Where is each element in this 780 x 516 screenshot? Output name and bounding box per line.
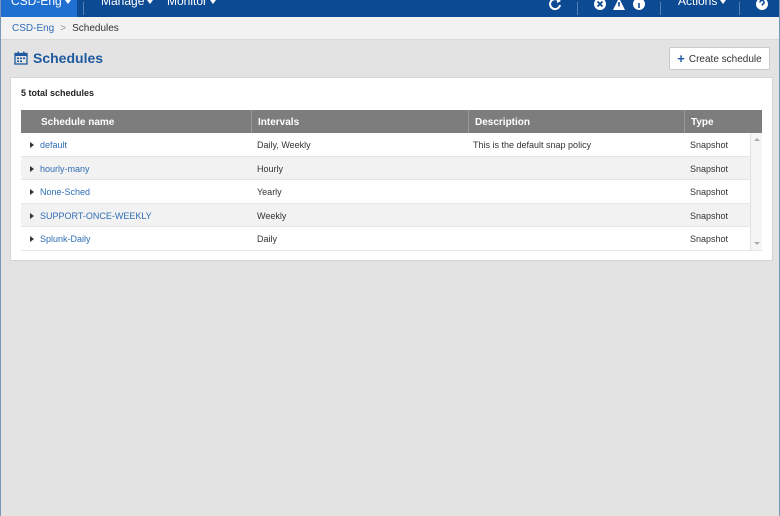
- chevron-down-icon: [720, 0, 727, 4]
- schedule-name-link[interactable]: SUPPORT-ONCE-WEEKLY: [40, 204, 152, 227]
- table-row[interactable]: Splunk-Daily Daily Snapshot: [21, 227, 762, 251]
- table-row[interactable]: None-Sched Yearly Snapshot: [21, 180, 762, 204]
- plus-icon: +: [677, 51, 685, 66]
- expand-arrow-icon[interactable]: [30, 142, 34, 148]
- expand-arrow-icon[interactable]: [30, 165, 34, 172]
- column-header-intervals[interactable]: Intervals: [251, 110, 468, 133]
- column-header-schedule-name[interactable]: Schedule name: [21, 110, 251, 133]
- chevron-down-icon: [64, 0, 71, 4]
- close-circle-icon[interactable]: [593, 0, 607, 11]
- tenant-menu-label: CSD-Eng: [11, 0, 62, 9]
- nav-divider: [577, 2, 578, 15]
- refresh-icon[interactable]: [548, 0, 562, 11]
- total-count: 5 total schedules: [21, 88, 95, 98]
- table-body: default Daily, Weekly This is the defaul…: [21, 133, 762, 251]
- schedule-intervals: Daily: [257, 234, 278, 244]
- breadcrumb-current: Schedules: [72, 23, 119, 34]
- expand-arrow-icon[interactable]: [30, 212, 34, 219]
- monitor-menu-label: Monitor: [167, 0, 208, 9]
- table-scrollbar[interactable]: [750, 133, 762, 250]
- tenant-menu[interactable]: CSD-Eng: [1, 0, 77, 17]
- create-schedule-label: Create schedule: [688, 54, 762, 65]
- table-row[interactable]: default Daily, Weekly This is the defaul…: [21, 133, 762, 157]
- page-title: Schedules: [33, 50, 104, 66]
- chevron-down-icon: [147, 0, 154, 4]
- schedule-name-link[interactable]: Splunk-Daily: [40, 227, 91, 250]
- top-nav-bar: CSD-Eng Manage Monitor Actions: [1, 0, 779, 17]
- breadcrumb: CSD-Eng > Schedules: [1, 17, 779, 40]
- help-icon[interactable]: [755, 0, 769, 11]
- page-header: Schedules: [14, 48, 103, 68]
- table-row[interactable]: hourly-many Hourly Snapshot: [21, 156, 762, 180]
- expand-arrow-icon[interactable]: [30, 189, 34, 195]
- schedule-intervals: Weekly: [257, 210, 287, 221]
- info-icon[interactable]: [632, 0, 646, 11]
- schedule-type: Snapshot: [690, 187, 729, 197]
- schedule-description: This is the default snap policy: [473, 140, 592, 150]
- breadcrumb-link-tenant[interactable]: CSD-Eng: [12, 23, 54, 34]
- calendar-icon: [14, 51, 28, 65]
- chevron-right-icon: >: [60, 23, 67, 34]
- schedule-type: Snapshot: [690, 234, 729, 244]
- schedule-type: Snapshot: [690, 140, 729, 150]
- schedule-intervals: Yearly: [257, 187, 282, 197]
- actions-menu-label: Actions: [678, 0, 718, 9]
- nav-divider: [660, 2, 661, 15]
- schedule-intervals: Hourly: [257, 163, 284, 174]
- schedule-name-link[interactable]: default: [40, 133, 67, 156]
- alert-triangle-icon[interactable]: [612, 0, 626, 11]
- scroll-down-arrow-icon[interactable]: [754, 242, 760, 245]
- manage-menu[interactable]: Manage: [101, 0, 154, 17]
- nav-divider: [83, 2, 84, 15]
- table-row[interactable]: SUPPORT-ONCE-WEEKLY Weekly Snapshot: [21, 203, 762, 227]
- manage-menu-label: Manage: [101, 0, 145, 9]
- schedules-table: Schedule name Intervals Description Type…: [21, 110, 762, 251]
- table-header: Schedule name Intervals Description Type: [21, 110, 762, 133]
- column-header-description[interactable]: Description: [468, 110, 684, 133]
- schedules-panel: 5 total schedules Schedule name Interval…: [10, 77, 773, 261]
- schedule-type: Snapshot: [690, 210, 729, 221]
- expand-arrow-icon[interactable]: [30, 236, 34, 242]
- schedule-name-link[interactable]: None-Sched: [40, 180, 90, 203]
- chevron-down-icon: [210, 0, 217, 4]
- schedule-intervals: Daily, Weekly: [257, 140, 311, 150]
- actions-menu[interactable]: Actions: [678, 0, 727, 17]
- schedule-name-link[interactable]: hourly-many: [40, 157, 90, 180]
- schedule-type: Snapshot: [690, 163, 729, 174]
- create-schedule-button[interactable]: + Create schedule: [669, 47, 770, 70]
- column-header-type[interactable]: Type: [684, 110, 750, 133]
- monitor-menu[interactable]: Monitor: [167, 0, 217, 17]
- scroll-up-arrow-icon[interactable]: [754, 138, 760, 141]
- nav-divider: [739, 2, 740, 15]
